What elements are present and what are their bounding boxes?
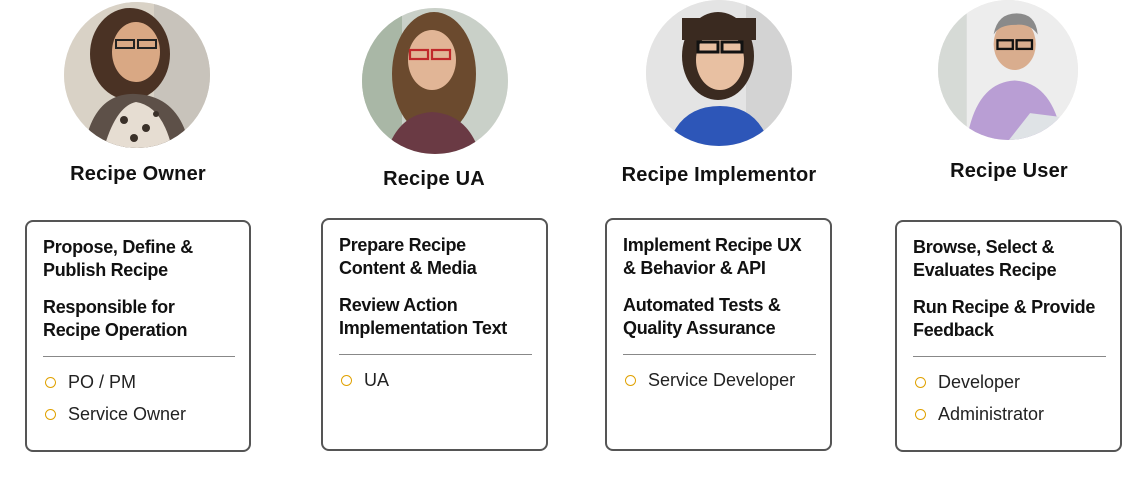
circle-bullet-icon xyxy=(915,408,926,420)
recipe-ua-avatar xyxy=(362,8,508,154)
responsibility: Implement Recipe UX & Behavior & API xyxy=(623,235,802,278)
person-photo-icon xyxy=(64,2,210,148)
divider xyxy=(623,354,816,355)
member-label: Service Owner xyxy=(68,404,187,424)
person-photo-icon xyxy=(646,0,792,146)
circle-bullet-icon xyxy=(45,376,56,388)
divider xyxy=(339,354,532,355)
responsibility: Run Recipe & Provide Feedback xyxy=(913,297,1096,340)
person-photo-icon xyxy=(938,0,1078,140)
member-item: Service Owner xyxy=(43,403,235,425)
responsibility: Responsible for Recipe Operation xyxy=(43,297,188,340)
responsibility: Browse, Select & Evaluates Recipe xyxy=(913,237,1057,280)
recipe-user-avatar xyxy=(938,0,1078,140)
divider xyxy=(43,356,235,357)
circle-bullet-icon xyxy=(625,374,636,386)
responsibility: Prepare Recipe Content & Media xyxy=(339,235,477,278)
circle-bullet-icon xyxy=(341,374,352,386)
role-card-recipe-implementor: Implement Recipe UX & Behavior & API Aut… xyxy=(605,218,832,451)
responsibility: Review Action Implementation Text xyxy=(339,295,507,338)
person-photo-icon xyxy=(362,8,508,154)
member-label: Developer xyxy=(938,372,1021,392)
role-card-recipe-ua: Prepare Recipe Content & Media Review Ac… xyxy=(321,218,548,451)
responsibility: Propose, Define & Publish Recipe xyxy=(43,237,193,280)
role-title-recipe-implementor: Recipe Implementor xyxy=(621,164,817,186)
role-title-recipe-ua: Recipe UA xyxy=(383,168,485,190)
recipe-implementor-avatar xyxy=(646,0,792,146)
role-title-recipe-owner: Recipe Owner xyxy=(70,163,206,185)
member-label: PO / PM xyxy=(68,372,137,392)
responsibility: Automated Tests & Quality Assurance xyxy=(623,295,781,338)
role-card-recipe-owner: Propose, Define & Publish Recipe Respons… xyxy=(25,220,251,452)
member-item: Developer xyxy=(913,371,1106,393)
member-label: UA xyxy=(364,370,390,390)
circle-bullet-icon xyxy=(915,376,926,388)
member-label: Administrator xyxy=(938,404,1045,424)
divider xyxy=(913,356,1106,357)
recipe-owner-avatar xyxy=(64,2,210,148)
circle-bullet-icon xyxy=(45,408,56,420)
role-title-recipe-user: Recipe User xyxy=(950,160,1068,182)
member-item: Service Developer xyxy=(623,369,816,391)
member-label: Service Developer xyxy=(648,370,796,390)
member-item: Administrator xyxy=(913,403,1106,425)
role-card-recipe-user: Browse, Select & Evaluates Recipe Run Re… xyxy=(895,220,1122,452)
member-item: PO / PM xyxy=(43,371,235,393)
member-item: UA xyxy=(339,369,532,391)
